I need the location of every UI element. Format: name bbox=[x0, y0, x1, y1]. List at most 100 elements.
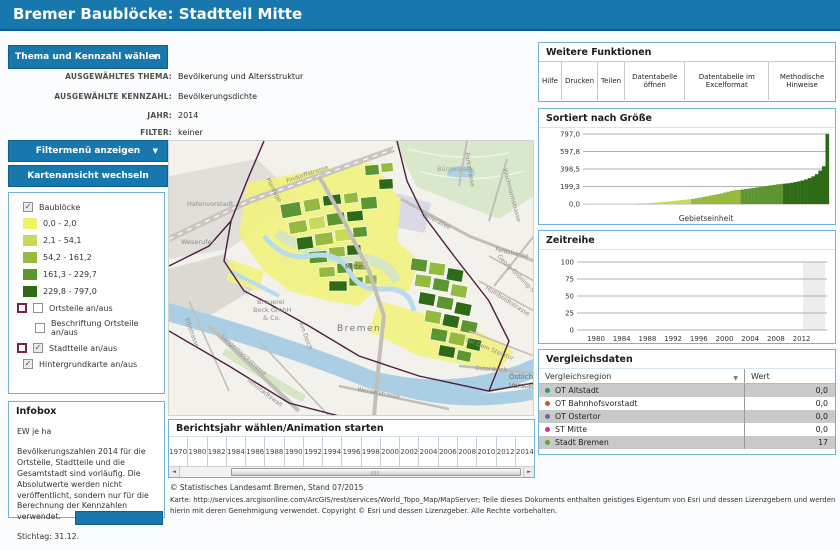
year-cell-1998[interactable]: 1998 bbox=[362, 437, 381, 466]
comparison-row[interactable]: Stadt Bremen17 bbox=[539, 436, 835, 449]
comparison-col-region-label: Vergleichsregion bbox=[545, 372, 611, 381]
stadtteile-checkbox[interactable]: ✓ bbox=[33, 343, 43, 353]
year-cell-1984[interactable]: 1984 bbox=[227, 437, 246, 466]
function-button-drucken[interactable]: Drucken bbox=[562, 62, 598, 100]
infobox-stichtag: Stichtag: 31.12. bbox=[17, 532, 156, 543]
hintergrund-toggle-label: Hintergrundkarte an/aus bbox=[39, 360, 137, 369]
x-tick-label: 1984 bbox=[613, 335, 631, 343]
scroll-right-icon[interactable]: ► bbox=[523, 467, 534, 477]
beschriftung-checkbox[interactable] bbox=[35, 323, 45, 333]
baublöcke-checkbox[interactable]: ✓ bbox=[23, 202, 33, 212]
year-cell-1988[interactable]: 1988 bbox=[265, 437, 284, 466]
bar bbox=[680, 200, 684, 204]
year-value: 2014 bbox=[178, 111, 198, 120]
comparison-region-label: OT Altstadt bbox=[555, 386, 599, 395]
sorted-chart-title: Sortiert nach Größe bbox=[539, 109, 835, 128]
hintergrundkarte-checkbox[interactable]: ✓ bbox=[23, 359, 33, 369]
bar bbox=[765, 186, 769, 204]
bar bbox=[748, 189, 752, 204]
beschriftung-toggle-label: Beschriftung Ortsteile an/aus bbox=[51, 319, 156, 337]
year-cell-2000[interactable]: 2000 bbox=[381, 437, 400, 466]
city-map[interactable]: Hafenvorstadt Weserufer Bürgerpark Mitte… bbox=[168, 140, 534, 416]
year-cell-1994[interactable]: 1994 bbox=[323, 437, 342, 466]
comparison-row[interactable]: OT Altstadt 0,0 bbox=[539, 384, 835, 397]
functions-title: Weitere Funktionen bbox=[539, 43, 835, 61]
bar bbox=[620, 203, 624, 204]
comparison-row[interactable]: ST Mitte0,0 bbox=[539, 423, 835, 436]
comparison-row[interactable]: OT Bahnhofsvorstadt0,0 bbox=[539, 397, 835, 410]
year-cell-1980[interactable]: 1980 bbox=[188, 437, 207, 466]
year-cell-1990[interactable]: 1990 bbox=[285, 437, 304, 466]
legend-class-row: 2,1 - 54,1 bbox=[9, 232, 164, 249]
comparison-value: 17 bbox=[744, 436, 835, 449]
sorted-chart-xlabel: Gebietseinheit bbox=[679, 214, 734, 223]
year-cell-1982[interactable]: 1982 bbox=[208, 437, 227, 466]
bar bbox=[645, 203, 649, 204]
y-tick-label: 25 bbox=[565, 310, 574, 318]
comparison-region-cell: OT Ostertor bbox=[539, 412, 744, 421]
comparison-header: Vergleichsregion ▼ Wert bbox=[539, 369, 835, 384]
bar bbox=[652, 203, 656, 204]
timeline-title: Berichtsjahr wählen/Animation starten bbox=[169, 420, 534, 436]
x-tick-label: 2004 bbox=[741, 335, 759, 343]
year-cell-2002[interactable]: 2002 bbox=[400, 437, 419, 466]
sort-icon[interactable]: ▼ bbox=[733, 375, 738, 382]
filter-value: keiner bbox=[178, 128, 203, 137]
bar bbox=[787, 183, 791, 204]
infobox-title: Infobox bbox=[9, 402, 164, 420]
bar bbox=[638, 203, 642, 204]
ortsteile-checkbox[interactable] bbox=[33, 303, 43, 313]
year-cell-2008[interactable]: 2008 bbox=[458, 437, 477, 466]
comparison-col-region[interactable]: Vergleichsregion ▼ bbox=[539, 372, 744, 381]
bar bbox=[606, 203, 610, 204]
partial-bottom-button[interactable] bbox=[75, 511, 163, 525]
map-view-label: Kartenansicht wechseln bbox=[27, 171, 149, 181]
legend-layer-row: ✓ Baublöcke bbox=[9, 199, 164, 215]
y-tick-label: 199,3 bbox=[560, 183, 580, 191]
year-cell-2004[interactable]: 2004 bbox=[419, 437, 438, 466]
year-cell-1970[interactable]: 1970 bbox=[169, 437, 188, 466]
year-cell-1992[interactable]: 1992 bbox=[304, 437, 323, 466]
function-button-methodische-hinweise[interactable]: Methodische Hinweise bbox=[769, 62, 835, 100]
legend-panel: ✓ Baublöcke 0,0 - 2,02,1 - 54,154,2 - 16… bbox=[8, 192, 165, 394]
comparison-value: 0,0 bbox=[744, 384, 835, 397]
legend-class-swatch bbox=[23, 218, 37, 229]
scrollbar-thumb[interactable] bbox=[231, 468, 521, 476]
stadtteile-toggle-row: ✓ Stadtteile an/aus bbox=[9, 340, 164, 356]
function-button-hilfe[interactable]: Hilfe bbox=[539, 62, 562, 100]
timeline-scrollbar[interactable]: ◄ ► bbox=[169, 466, 534, 477]
bar bbox=[610, 203, 614, 204]
legend-class-label: 0,0 - 2,0 bbox=[43, 219, 76, 228]
bar bbox=[815, 174, 819, 204]
beschriftung-toggle-row: Beschriftung Ortsteile an/aus bbox=[9, 316, 164, 340]
function-button-datentabelle-im-excelformat[interactable]: Datentabelle im Excelformat bbox=[685, 62, 769, 100]
ortsteile-toggle-row: Ortsteile an/aus bbox=[9, 300, 164, 316]
legend-class-row: 229,8 - 797,0 bbox=[9, 283, 164, 300]
bar bbox=[585, 203, 589, 204]
ortsteile-boundary-symbol bbox=[17, 303, 27, 313]
year-cell-2012[interactable]: 2012 bbox=[497, 437, 516, 466]
bar bbox=[635, 203, 639, 204]
year-cell-2014[interactable]: 2014 bbox=[516, 437, 534, 466]
x-tick-label: 2012 bbox=[793, 335, 811, 343]
function-button-teilen[interactable]: Teilen bbox=[598, 62, 625, 100]
function-button-datentabelle-ffnen[interactable]: Datentabelle öffnen bbox=[625, 62, 685, 100]
year-cell-1996[interactable]: 1996 bbox=[342, 437, 361, 466]
timeseries-svg: 1007550250198019841988199219962000200420… bbox=[539, 250, 835, 345]
x-tick-label: 1980 bbox=[587, 335, 605, 343]
year-cell-2006[interactable]: 2006 bbox=[439, 437, 458, 466]
comparison-col-wert[interactable]: Wert bbox=[744, 369, 835, 383]
map-view-button[interactable]: Kartenansicht wechseln bbox=[8, 165, 168, 187]
comparison-row[interactable]: OT Ostertor0,0 bbox=[539, 410, 835, 423]
year-cell-1986[interactable]: 1986 bbox=[246, 437, 265, 466]
bar bbox=[737, 190, 741, 204]
bar bbox=[592, 203, 596, 204]
scroll-left-icon[interactable]: ◄ bbox=[169, 467, 180, 477]
bar bbox=[776, 184, 780, 204]
legend-class-swatch bbox=[23, 286, 37, 297]
legend-class-swatch bbox=[23, 269, 37, 280]
theme-select-button[interactable]: Thema und Kennzahl wählen ▼ bbox=[8, 45, 168, 69]
year-cell-2010[interactable]: 2010 bbox=[477, 437, 496, 466]
filter-menu-button[interactable]: Filtermenü anzeigen ▼ bbox=[8, 140, 168, 162]
map-label-brauerei-1: Brauerei bbox=[257, 298, 285, 306]
